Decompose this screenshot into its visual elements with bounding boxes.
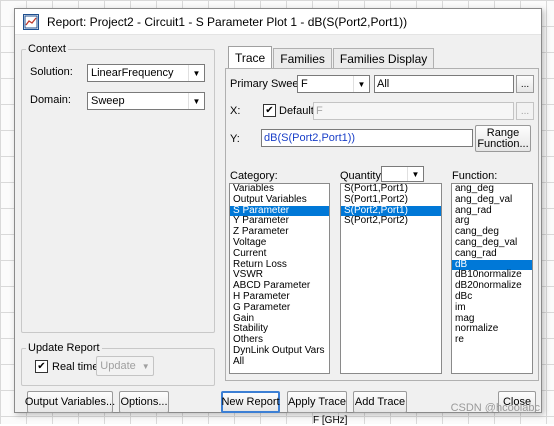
y-expression-value: dB(S(Port2,Port1)): [264, 132, 356, 144]
primary-sweep-range-field[interactable]: All: [374, 75, 514, 93]
y-label: Y:: [230, 133, 240, 145]
title-bar[interactable]: Report: Project2 - Circuit1 - S Paramete…: [15, 9, 541, 35]
function-list-item[interactable]: im: [452, 302, 532, 314]
quantity-filter-dropdown[interactable]: ▼: [381, 166, 424, 182]
realtime-label: Real time: [52, 361, 99, 373]
report-dialog: Report: Project2 - Circuit1 - S Paramete…: [14, 8, 542, 413]
apply-trace-button[interactable]: Apply Trace: [287, 391, 347, 413]
solution-value: LinearFrequency: [91, 67, 174, 79]
options-button[interactable]: Options...: [119, 391, 169, 413]
function-label: Function:: [452, 170, 498, 182]
solution-label: Solution:: [30, 66, 73, 78]
watermark: CSDN @hcoolabc: [450, 402, 540, 414]
function-list-item[interactable]: ang_deg_val: [452, 194, 532, 206]
tab-trace[interactable]: Trace: [228, 46, 273, 68]
category-list-item[interactable]: All: [230, 356, 329, 368]
tab-families-display[interactable]: Families Display: [332, 48, 435, 68]
domain-label: Domain:: [30, 94, 71, 106]
default-label: Default: [279, 105, 314, 117]
default-checkbox[interactable]: ✔: [263, 104, 276, 117]
chevron-down-icon: ▼: [353, 76, 369, 92]
range-function-label-1: Range: [486, 126, 520, 139]
x-expression-value: F: [316, 105, 323, 117]
solution-dropdown[interactable]: LinearFrequency ▼: [87, 64, 205, 82]
context-group: Context: [21, 43, 215, 333]
add-trace-button[interactable]: Add Trace: [353, 391, 407, 413]
new-report-button[interactable]: New Report: [221, 391, 280, 413]
chevron-down-icon: ▼: [141, 361, 150, 371]
tab-families[interactable]: Families: [273, 48, 332, 68]
update-button[interactable]: Update ▼: [96, 356, 154, 376]
context-legend: Context: [28, 43, 66, 55]
chevron-down-icon: ▼: [407, 167, 423, 181]
range-function-button[interactable]: Range Function...: [475, 125, 531, 152]
quantity-list-item[interactable]: S(Port1,Port2): [341, 194, 441, 206]
chevron-down-icon: ▼: [188, 65, 204, 81]
function-list-item[interactable]: normalize: [452, 324, 532, 335]
quantity-list-item[interactable]: S(Port2,Port2): [341, 216, 441, 227]
category-list-item[interactable]: Current: [230, 248, 329, 260]
function-list-item[interactable]: cang_rad: [452, 248, 532, 260]
quantity-listbox[interactable]: S(Port1,Port1) S(Port1,Port2) S(Port2,Port…: [340, 183, 442, 374]
x-label: X:: [230, 105, 241, 117]
x-expression-field[interactable]: F: [313, 102, 514, 120]
category-label: Category:: [230, 170, 278, 182]
primary-sweep-dropdown[interactable]: F ▼: [297, 75, 370, 93]
x-axis-label: F [GHz]: [313, 415, 348, 426]
x-browse-button[interactable]: ...: [516, 102, 534, 120]
quantity-label: Quantity:: [340, 170, 385, 182]
report-app-icon: [23, 13, 39, 30]
domain-value: Sweep: [91, 95, 125, 107]
category-list-item[interactable]: G Parameter: [230, 302, 329, 314]
update-button-label: Update: [100, 360, 136, 372]
primary-sweep-value: F: [301, 78, 308, 90]
category-list-item[interactable]: DynLink Output Vars: [230, 345, 329, 357]
domain-dropdown[interactable]: Sweep ▼: [87, 92, 205, 110]
range-function-label-2: Function...: [477, 137, 529, 150]
function-listbox[interactable]: ang_deg ang_deg_val ang_rad arg cang_deg cang…: [451, 183, 533, 374]
primary-sweep-label: Primary Sweep:: [230, 78, 308, 90]
category-listbox[interactable]: Variables Output Variables S Parameter Y Pa…: [229, 183, 330, 374]
update-report-legend: Update Report: [28, 342, 100, 354]
y-expression-field[interactable]: dB(S(Port2,Port1)): [261, 129, 473, 147]
window-title: Report: Project2 - Circuit1 - S Paramete…: [47, 14, 408, 29]
function-list-item[interactable]: re: [452, 334, 532, 346]
chevron-down-icon: ▼: [188, 93, 204, 109]
primary-sweep-range-value: All: [377, 78, 390, 90]
tab-strip: Trace Families Families Display: [228, 46, 435, 68]
primary-sweep-browse-button[interactable]: ...: [516, 75, 534, 93]
realtime-checkbox[interactable]: ✔: [35, 360, 48, 373]
output-variables-button[interactable]: Output Variables...: [25, 391, 115, 413]
category-list-item[interactable]: Output Variables: [230, 194, 329, 206]
